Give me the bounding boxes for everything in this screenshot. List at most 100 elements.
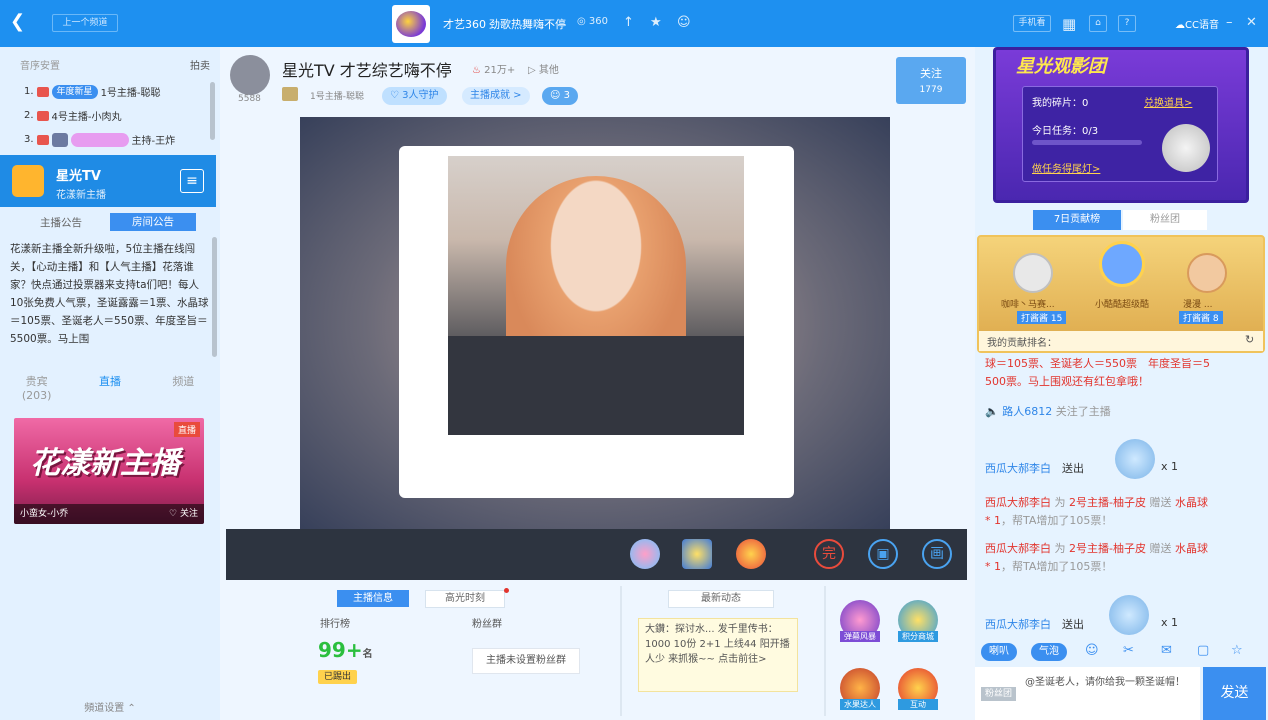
tab-channel[interactable]: 频道 bbox=[147, 365, 220, 407]
gift-toolbar: 完 ▣ 画 bbox=[226, 529, 967, 580]
movie-club-card[interactable]: 星光观影团 我的碎片：0 兑换道具> 今日任务：0/3 做任务得尾灯> bbox=[993, 47, 1249, 203]
balloon-icon[interactable] bbox=[630, 539, 660, 569]
room-notice-text: 花漾新主播全新升级啦，5位主播在线闯关，【心动主播】和【人气主播】花落谁家？快点… bbox=[10, 243, 209, 345]
chevron-left-icon[interactable]: ❮ bbox=[10, 12, 25, 32]
tab-anchor-info[interactable]: 主播信息 bbox=[337, 590, 409, 607]
bottom-panel: 主播信息 高光时刻 排行榜 99+名 已踢出 粉丝群 主播未设置粉丝群 最新动态… bbox=[220, 580, 975, 720]
tab-live[interactable]: 直播 bbox=[73, 365, 146, 407]
refresh-icon[interactable]: ↻ bbox=[1245, 333, 1254, 346]
divider bbox=[620, 586, 622, 716]
live-badge: 直播 bbox=[173, 422, 200, 437]
rank-scrollbar[interactable] bbox=[210, 82, 215, 140]
chat-message: 西瓜大郝李白 为 2号主播-柚子皮 赠送 水晶球 bbox=[985, 542, 1208, 555]
notice-scrollbar[interactable] bbox=[212, 237, 217, 357]
rank-value: 99+名 bbox=[318, 638, 373, 662]
play-icon[interactable]: 完 bbox=[814, 539, 844, 569]
avatar[interactable] bbox=[1099, 241, 1145, 287]
chat-message: * 1，帮TA增加了105票！ bbox=[985, 560, 1113, 573]
phone-watch-button[interactable]: 手机看 bbox=[1013, 15, 1051, 32]
mail-icon[interactable]: ✉ bbox=[1161, 643, 1172, 658]
fans-button[interactable]: ☺ 3 bbox=[542, 87, 578, 105]
channel-card[interactable]: 星光TV 花漾新主播 ≡ bbox=[0, 155, 216, 207]
tab-vip[interactable]: 贵宾 (203) bbox=[0, 365, 73, 407]
top-bar: ❮ 上一个频道 才艺360 劲歌热舞嗨不停 ◎ 360 ↑ ★ ☺ 手机看 ▦ ⌂… bbox=[0, 0, 1268, 47]
users-icon[interactable]: ☺ bbox=[677, 15, 691, 30]
tab-highlight[interactable]: 高光时刻 bbox=[425, 590, 505, 608]
left-tabs: 贵宾 (203) 直播 频道 bbox=[0, 365, 220, 407]
my-rank-label: 我的贡献排名： bbox=[987, 338, 1057, 349]
scissors-icon[interactable]: ✂ bbox=[1123, 643, 1134, 658]
banner-footer: 小蛮女-小乔 ♡ 关注 bbox=[14, 504, 204, 524]
tab-fan-group[interactable]: 粉丝团 bbox=[1123, 210, 1207, 230]
red-dot bbox=[504, 588, 509, 593]
card-icon[interactable] bbox=[682, 539, 712, 569]
avatar[interactable] bbox=[1187, 253, 1227, 293]
menu-icon[interactable]: ≡ bbox=[180, 169, 204, 193]
speaker-button[interactable]: 喇叭 bbox=[981, 643, 1017, 661]
live-banner[interactable]: 直播 花漾新主播 小蛮女-小乔 ♡ 关注 bbox=[14, 418, 204, 524]
task-link[interactable]: 做任务得尾灯> bbox=[1032, 160, 1100, 175]
fans-group-button[interactable]: 主播未设置粉丝群 bbox=[472, 648, 580, 674]
send-button[interactable]: 发送 bbox=[1203, 667, 1266, 720]
prev-channel-button[interactable]: 上一个频道 bbox=[52, 14, 118, 32]
tab-room-notice[interactable]: 房间公告 bbox=[110, 213, 196, 231]
fans-group-tag: 粉丝团 bbox=[981, 687, 1017, 701]
movie-club-title: 星光观影团 bbox=[1016, 56, 1106, 77]
guard-button[interactable]: ♡ 3人守护 bbox=[382, 87, 447, 105]
rank-item[interactable]: 2. 4号主播-小肉丸 bbox=[24, 108, 122, 123]
channel-logo bbox=[392, 5, 430, 43]
viewer-count: ◎ 360 bbox=[577, 16, 608, 27]
screenshot-icon[interactable]: 画 bbox=[922, 539, 952, 569]
divider bbox=[824, 586, 826, 716]
fans-group-label: 粉丝群 bbox=[472, 619, 502, 630]
anchor-id: 5588 bbox=[238, 94, 261, 104]
achievement-button[interactable]: 主播成就 > bbox=[462, 87, 530, 105]
rank-label: 排行榜 bbox=[320, 619, 350, 630]
emoji-icon[interactable]: ☺ bbox=[1085, 643, 1099, 658]
share-icon[interactable]: ↑ bbox=[623, 15, 634, 30]
follow-button[interactable]: 关注 1779 bbox=[896, 57, 966, 104]
star-icon[interactable]: ☆ bbox=[1231, 643, 1243, 658]
close-icon[interactable]: ✕ bbox=[1246, 15, 1257, 30]
tab-7day-contrib[interactable]: 7日贡献榜 bbox=[1033, 210, 1121, 230]
anchor-avatar[interactable] bbox=[230, 55, 270, 95]
tab-host-notice[interactable]: 主播公告 bbox=[40, 215, 82, 230]
channel-avatar bbox=[12, 165, 44, 197]
chat-message: 西瓜大郝李白 送出 bbox=[985, 462, 1084, 475]
news-card[interactable]: 大鑽：探讨水... 发千里传书：1000 10份 2+1 上线44 阳开播 人少… bbox=[638, 618, 798, 692]
grid-icon[interactable]: ▦ bbox=[1062, 15, 1076, 33]
main-stream-area: 5588 星光TV 才艺综艺嗨不停 ♨ 21万+ ▷ 其他 1号主播-聪聪 ♡ … bbox=[220, 47, 975, 720]
lock-icon[interactable]: ▢ bbox=[1197, 643, 1209, 658]
window-icon[interactable]: ▣ bbox=[868, 539, 898, 569]
avatar bbox=[51, 132, 68, 147]
star-icon[interactable]: ★ bbox=[650, 15, 662, 30]
chat-toolbar: 喇叭 气泡 ☺ ✂ ✉ ▢ ☆ bbox=[975, 641, 1268, 663]
task-progress-bar bbox=[1032, 140, 1142, 145]
minimize-icon[interactable]: – bbox=[1226, 15, 1233, 30]
chat-message: 球＝105票、圣诞老人＝550票 年度圣旨＝5 bbox=[985, 357, 1210, 370]
chat-list[interactable]: 球＝105票、圣诞老人＝550票 年度圣旨＝5 500票。马上围观还有红包拿哦！… bbox=[975, 353, 1268, 653]
help-icon[interactable]: ? bbox=[1118, 15, 1136, 32]
vip-badge bbox=[70, 132, 129, 147]
follow-link[interactable]: ♡ 关注 bbox=[169, 504, 198, 524]
bubble-button[interactable]: 气泡 bbox=[1031, 643, 1067, 661]
news-title: 最新动态 bbox=[668, 590, 774, 608]
exchange-link[interactable]: 兑换道具> bbox=[1144, 94, 1192, 109]
crown-icon bbox=[36, 86, 49, 97]
auction-label[interactable]: 拍卖 bbox=[190, 57, 210, 72]
video-frame bbox=[399, 146, 794, 498]
chat-message: 🔈 路人6812 关注了主播 bbox=[985, 405, 1111, 418]
chat-input[interactable]: 粉丝团 @圣诞老人，请你给我一颗圣诞帽！ bbox=[975, 667, 1200, 720]
avatar[interactable] bbox=[1013, 253, 1053, 293]
shards-count: 我的碎片：0 bbox=[1032, 98, 1089, 109]
home-icon[interactable]: ⌂ bbox=[1089, 15, 1107, 32]
channel-title: 才艺360 劲歌热舞嗨不停 bbox=[443, 18, 566, 31]
more-button[interactable]: ▷ 其他 bbox=[528, 61, 559, 76]
banner-title: 花漾新主播 bbox=[30, 446, 180, 481]
chat-message: * 1，帮TA增加了105票！ bbox=[985, 514, 1113, 527]
rank-item[interactable]: 1. 年度新星 1号主播-聪聪 bbox=[24, 84, 161, 99]
channel-settings[interactable]: 頻道设置 ⌃ bbox=[0, 697, 220, 720]
rank-item[interactable]: 3. 主持-王炸 bbox=[24, 132, 175, 147]
stream-video bbox=[448, 156, 744, 435]
firework-icon[interactable] bbox=[736, 539, 766, 569]
